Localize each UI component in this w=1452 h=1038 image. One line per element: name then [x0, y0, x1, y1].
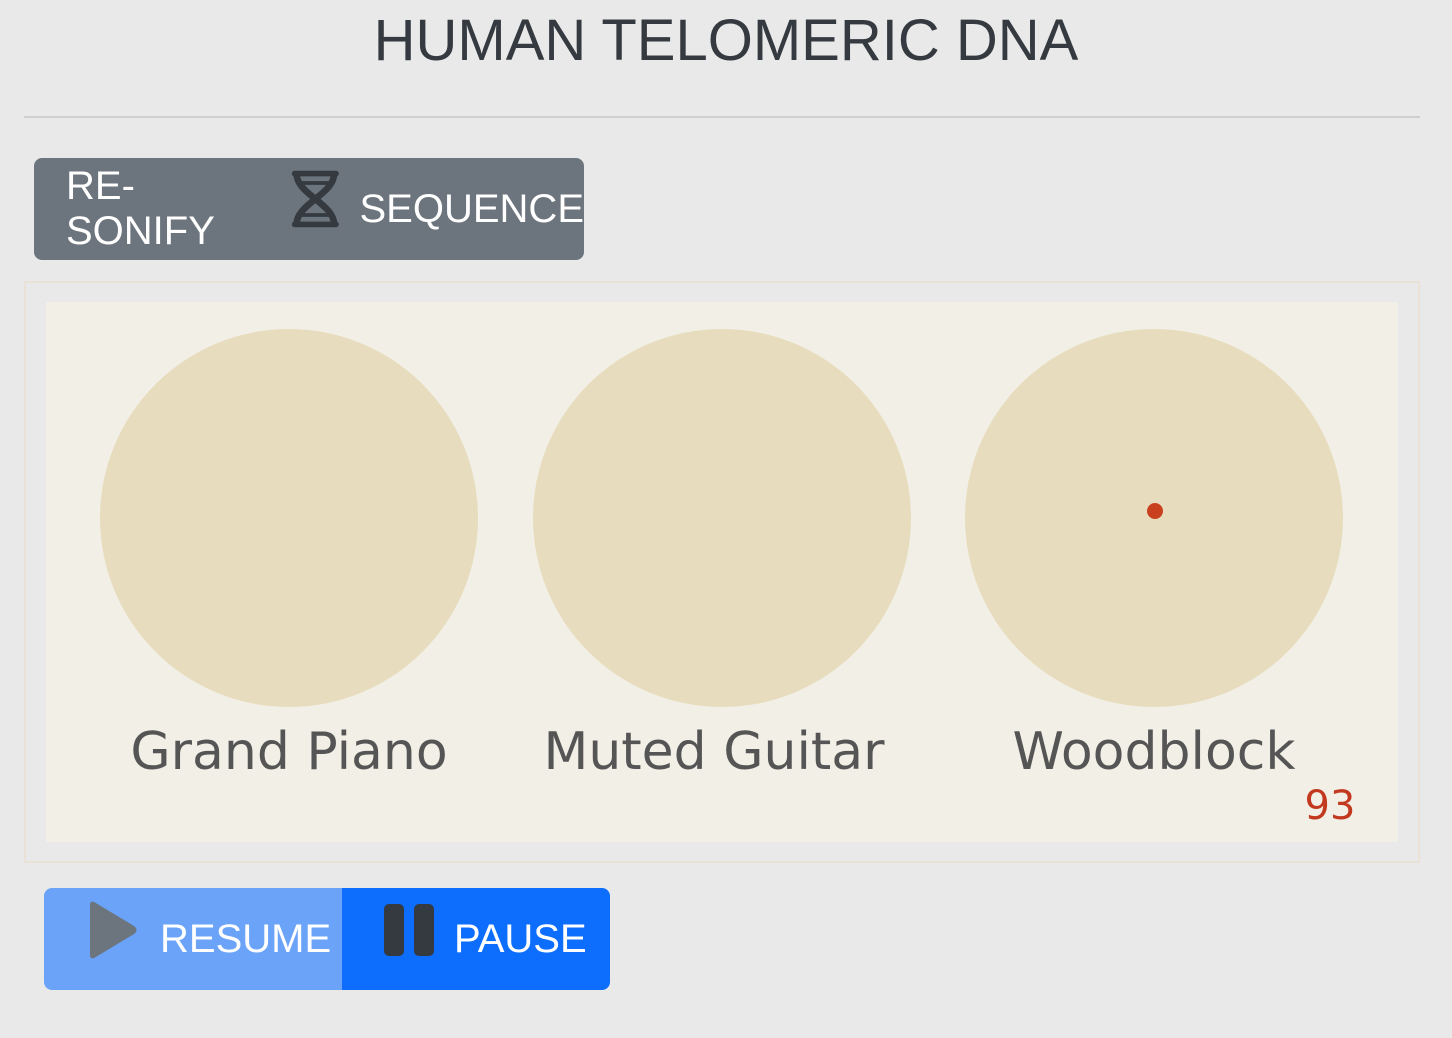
note-counter: 93	[1304, 783, 1356, 829]
pause-button[interactable]: PAUSE	[342, 888, 610, 990]
play-icon	[90, 901, 137, 959]
dna-icon	[291, 170, 339, 228]
pause-label: PAUSE	[454, 916, 587, 961]
playback-controls: RESUME PAUSE	[44, 888, 610, 990]
resonify-label-left: RE-SONIFY	[66, 164, 215, 253]
muted-guitar-label: Muted Guitar	[543, 722, 885, 782]
resonify-sequence-button[interactable]: RE-SONIFY SEQUENCE	[34, 158, 584, 260]
grand-piano-circle[interactable]	[100, 329, 478, 707]
grand-piano-label: Grand Piano	[130, 722, 448, 782]
resume-label: RESUME	[160, 916, 332, 961]
pause-icon	[384, 904, 434, 956]
note-dot	[1147, 503, 1163, 519]
resonify-label-right: SEQUENCE	[359, 186, 585, 231]
woodblock-label: Woodblock	[1012, 722, 1296, 782]
resume-button[interactable]: RESUME	[44, 888, 342, 990]
page-title: HUMAN TELOMERIC DNA	[373, 8, 1079, 73]
muted-guitar-circle[interactable]	[533, 329, 911, 707]
divider	[24, 116, 1420, 118]
